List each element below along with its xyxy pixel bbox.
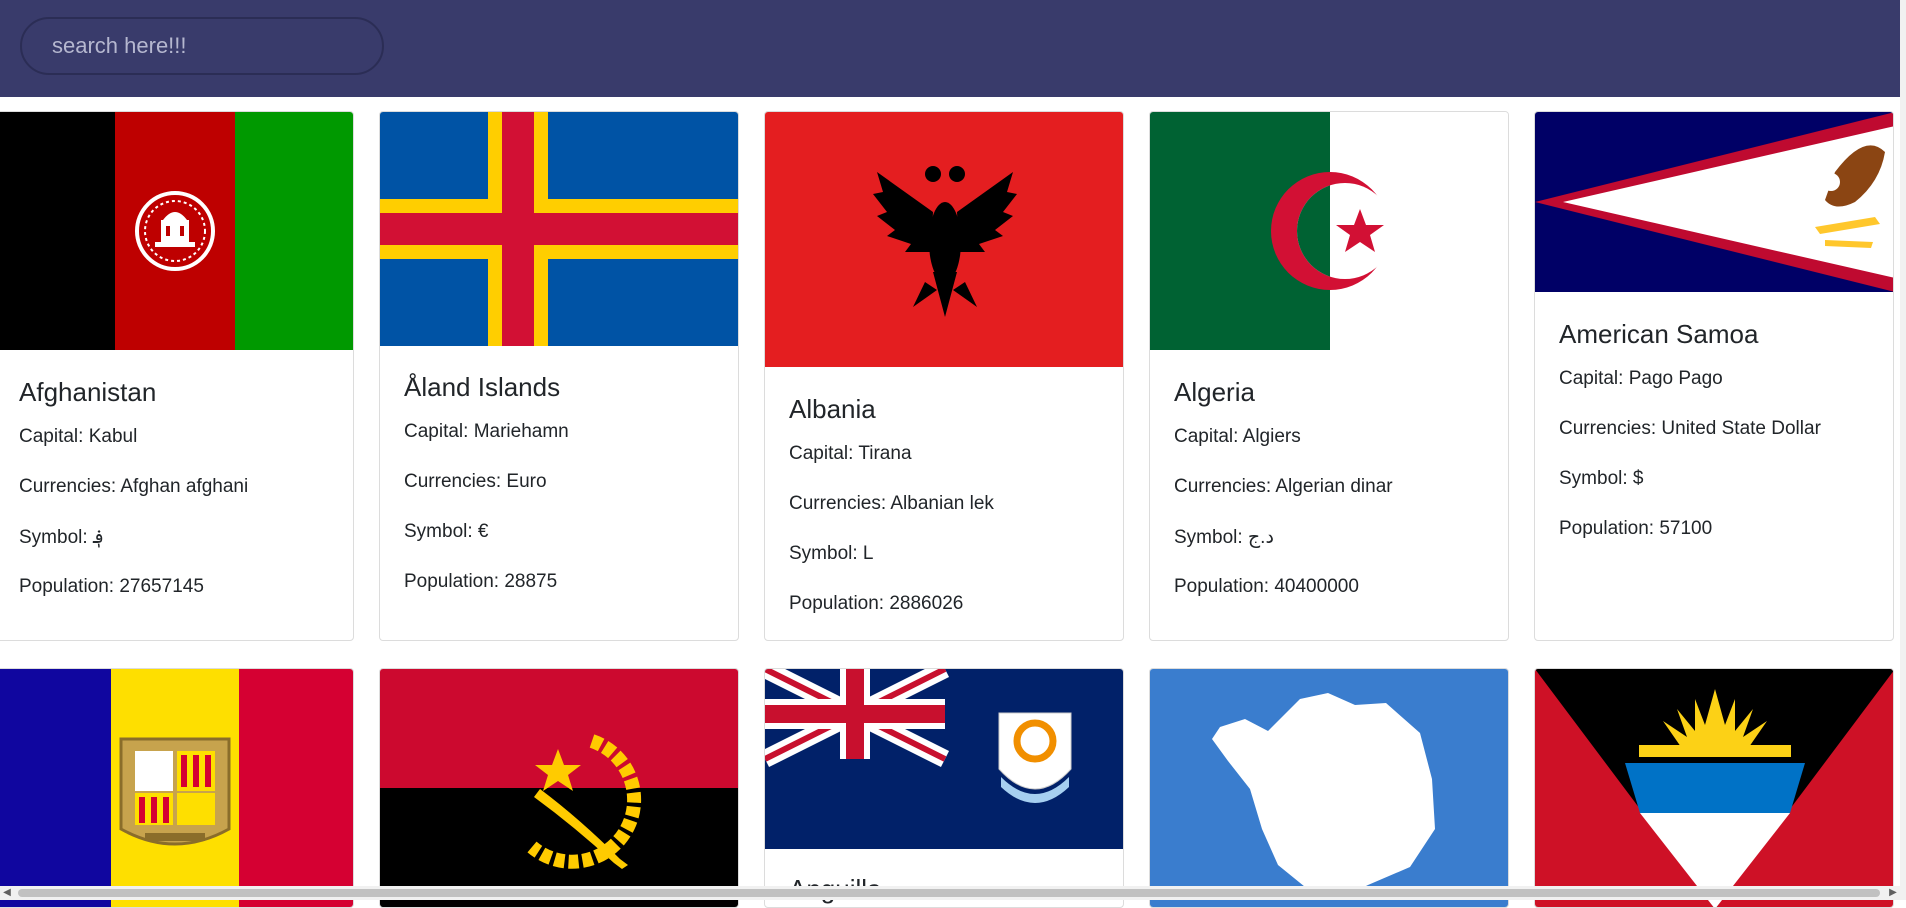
country-card-aland-islands[interactable]: Åland Islands Capital: Mariehamn Currenc… xyxy=(379,111,739,641)
algeria-flag xyxy=(1150,112,1508,350)
population-text: Population: 40400000 xyxy=(1174,576,1359,597)
capital-text: Capital: Tirana xyxy=(789,443,912,464)
country-card-antarctica[interactable] xyxy=(1149,668,1509,908)
country-card-angola[interactable] xyxy=(379,668,739,908)
afghanistan-flag xyxy=(0,112,353,350)
antarctica-flag xyxy=(1150,669,1508,907)
country-card-antigua-and-barbuda[interactable] xyxy=(1534,668,1894,908)
country-card-algeria[interactable]: Algeria Capital: Algiers Currencies: Alg… xyxy=(1149,111,1509,641)
symbol-text: Symbol: € xyxy=(404,521,489,542)
country-name: Afghanistan xyxy=(19,377,157,407)
population-text: Population: 57100 xyxy=(1559,518,1713,539)
symbol-text: Symbol: ؋ xyxy=(19,527,105,548)
country-card-afghanistan[interactable]: Afghanistan Capital: Kabul Currencies: A… xyxy=(0,111,354,641)
country-card-american-samoa[interactable]: American Samoa Capital: Pago Pago Curren… xyxy=(1534,111,1894,641)
scroll-right-icon[interactable]: ▶ xyxy=(1886,886,1900,900)
country-name: Algeria xyxy=(1174,377,1255,407)
capital-text: Capital: Pago Pago xyxy=(1559,368,1723,389)
symbol-text: Symbol: $ xyxy=(1559,468,1644,489)
symbol-text: Symbol: د.ج xyxy=(1174,527,1274,548)
albania-flag xyxy=(765,112,1123,367)
currency-text: Currencies: United State Dollar xyxy=(1559,418,1821,439)
capital-text: Capital: Algiers xyxy=(1174,426,1301,447)
search-input[interactable] xyxy=(20,17,384,75)
currency-text: Currencies: Euro xyxy=(404,471,547,492)
country-card-albania[interactable]: Albania Capital: Tirana Currencies: Alba… xyxy=(764,111,1124,641)
population-text: Population: 27657145 xyxy=(19,576,204,597)
scrollbar-thumb[interactable] xyxy=(18,889,1880,897)
top-navbar xyxy=(0,0,1900,97)
aland-islands-flag xyxy=(380,112,738,346)
symbol-text: Symbol: L xyxy=(789,543,874,564)
angola-flag xyxy=(380,669,738,907)
andorra-flag xyxy=(0,669,353,907)
currency-text: Currencies: Algerian dinar xyxy=(1174,476,1393,497)
country-name: Albania xyxy=(789,394,876,424)
capital-text: Capital: Kabul xyxy=(19,426,138,447)
country-card-anguilla[interactable]: Anguilla xyxy=(764,668,1124,908)
country-name: Åland Islands xyxy=(404,372,561,402)
antigua-and-barbuda-flag xyxy=(1535,669,1893,907)
scroll-left-icon[interactable]: ◀ xyxy=(0,886,14,900)
american-samoa-flag xyxy=(1535,112,1893,292)
country-card-andorra[interactable] xyxy=(0,668,354,908)
vertical-scrollbar[interactable] xyxy=(1900,0,1906,900)
population-text: Population: 2886026 xyxy=(789,593,964,614)
population-text: Population: 28875 xyxy=(404,571,558,592)
currency-text: Currencies: Afghan afghani xyxy=(19,476,249,497)
anguilla-flag xyxy=(765,669,1123,849)
currency-text: Currencies: Albanian lek xyxy=(789,493,994,514)
capital-text: Capital: Mariehamn xyxy=(404,421,569,442)
country-name: American Samoa xyxy=(1559,319,1759,349)
horizontal-scrollbar[interactable]: ◀ ▶ xyxy=(0,886,1900,900)
